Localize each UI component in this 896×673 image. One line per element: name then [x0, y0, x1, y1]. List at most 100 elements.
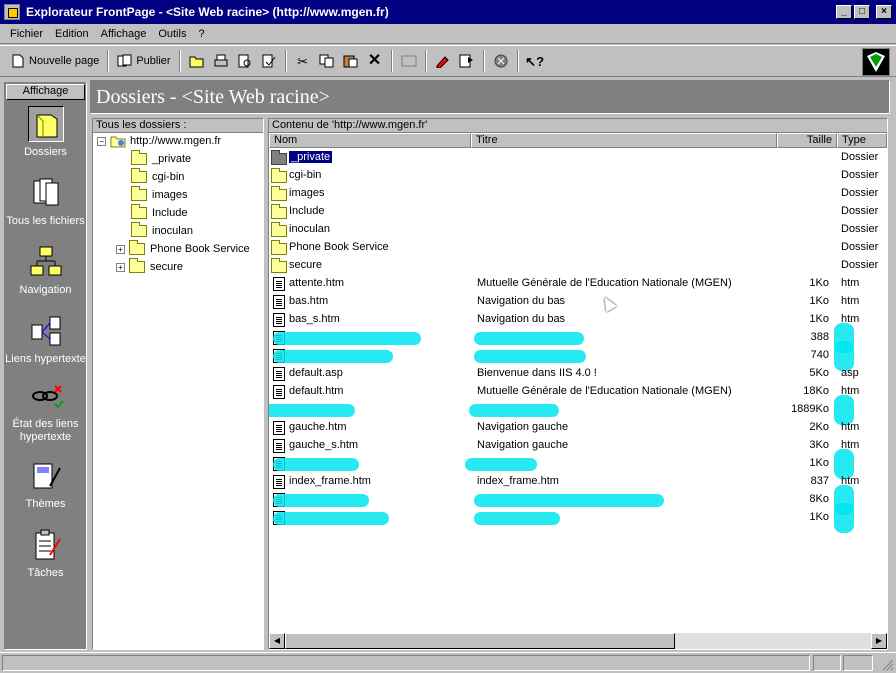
- stop-button[interactable]: [489, 50, 513, 72]
- menu-help[interactable]: ?: [192, 28, 210, 40]
- tree-item[interactable]: + secure: [116, 258, 183, 275]
- row-title: Navigation gauche: [477, 439, 569, 451]
- view-hyperlink-status[interactable]: État des liens hypertexte: [5, 378, 86, 444]
- redaction-mark: [465, 458, 537, 471]
- editor-icon: [435, 53, 451, 69]
- minimize-button[interactable]: _: [836, 5, 852, 19]
- column-name[interactable]: Nom: [269, 133, 471, 148]
- show-editor-button[interactable]: [431, 50, 455, 72]
- file-row[interactable]: 388: [269, 323, 887, 353]
- expand-icon[interactable]: +: [116, 262, 125, 272]
- folder-list-button[interactable]: [397, 50, 421, 72]
- horizontal-scrollbar[interactable]: ◀ ▶: [269, 633, 887, 649]
- view-hyperlinks[interactable]: Liens hypertexte: [5, 313, 86, 366]
- toolbar: Nouvelle page Publier ✂ ✕ ↖?: [0, 45, 896, 77]
- copy-button[interactable]: [315, 50, 339, 72]
- publish-button[interactable]: Publier: [113, 50, 174, 72]
- hyperlinks-icon: [28, 313, 64, 349]
- file-row[interactable]: default.asp Bienvenue dans IIS 4.0 ! 5Ko as…: [269, 365, 887, 383]
- row-name: attente.htm: [289, 277, 345, 289]
- spelling-button[interactable]: [257, 50, 281, 72]
- column-type[interactable]: Type: [837, 133, 887, 148]
- delete-button[interactable]: ✕: [363, 50, 387, 72]
- view-tasks[interactable]: Tâches: [5, 527, 86, 580]
- web-folder-icon: [110, 134, 126, 148]
- row-title: Bienvenue dans IIS 4.0 !: [477, 367, 597, 379]
- row-type: Dossier: [841, 205, 879, 217]
- row-size: 388: [810, 331, 829, 343]
- folder-icon: [131, 150, 147, 165]
- document-icon: [273, 295, 285, 309]
- view-folders[interactable]: Dossiers: [5, 106, 86, 159]
- cut-button[interactable]: ✂: [291, 50, 315, 72]
- show-image-editor-button[interactable]: [455, 50, 479, 72]
- folder-row[interactable]: _private Dossier: [269, 149, 887, 167]
- view-all-files[interactable]: Tous les fichiers: [5, 175, 86, 228]
- menu-outils[interactable]: Outils: [152, 28, 192, 40]
- column-size[interactable]: Taille: [777, 133, 837, 148]
- tree-item[interactable]: images: [131, 186, 187, 203]
- folder-row[interactable]: inoculan Dossier: [269, 221, 887, 239]
- scroll-right-button[interactable]: ▶: [871, 633, 887, 649]
- file-row[interactable]: 740: [269, 341, 887, 371]
- row-size: 1889Ko: [791, 403, 829, 415]
- tree-item[interactable]: cgi-bin: [131, 168, 184, 185]
- folder-row[interactable]: cgi-bin Dossier: [269, 167, 887, 185]
- file-row[interactable]: 1889Ko: [269, 395, 887, 425]
- row-size: 837: [810, 475, 829, 487]
- frontpage-app-icon[interactable]: [4, 4, 20, 20]
- file-row[interactable]: 1Ko: [269, 449, 887, 479]
- file-row[interactable]: 8Ko: [269, 485, 887, 515]
- row-name: cgi-bin: [289, 169, 322, 181]
- image-editor-icon: [459, 53, 475, 69]
- folder-row[interactable]: secure Dossier: [269, 257, 887, 275]
- collapse-icon[interactable]: −: [97, 136, 106, 146]
- file-row[interactable]: index_frame.htm index_frame.htm 837 htm: [269, 473, 887, 491]
- folder-row[interactable]: Include Dossier: [269, 203, 887, 221]
- file-row[interactable]: attente.htm Mutuelle Générale de l'Educat…: [269, 275, 887, 293]
- file-row[interactable]: default.htm Mutuelle Générale de l'Educat…: [269, 383, 887, 401]
- scroll-left-button[interactable]: ◀: [269, 633, 285, 649]
- close-button[interactable]: ×: [876, 5, 892, 19]
- row-size: 740: [810, 349, 829, 361]
- file-row[interactable]: gauche.htm Navigation gauche 2Ko htm: [269, 419, 887, 437]
- maximize-button[interactable]: □: [854, 5, 870, 19]
- row-type: Dossier: [841, 169, 879, 181]
- views-header[interactable]: Affichage: [6, 84, 85, 100]
- view-themes[interactable]: Thèmes: [5, 458, 86, 511]
- print-preview-button[interactable]: [233, 50, 257, 72]
- row-size: 1Ko: [809, 313, 829, 325]
- menu-affichage[interactable]: Affichage: [95, 28, 153, 40]
- view-navigation[interactable]: Navigation: [5, 244, 86, 297]
- row-name: gauche_s.htm: [289, 439, 359, 451]
- open-button[interactable]: [185, 50, 209, 72]
- column-title[interactable]: Titre: [471, 133, 777, 148]
- tree-item[interactable]: Include: [131, 204, 187, 221]
- file-row[interactable]: bas.htm Navigation du bas 1Ko htm: [269, 293, 887, 311]
- new-page-button[interactable]: Nouvelle page: [6, 50, 103, 72]
- paste-button[interactable]: [339, 50, 363, 72]
- resize-grip-icon[interactable]: [882, 659, 894, 671]
- help-button[interactable]: ↖?: [523, 50, 547, 72]
- row-name: default.htm: [289, 385, 344, 397]
- print-button[interactable]: [209, 50, 233, 72]
- row-size: 1Ko: [809, 457, 829, 469]
- tree-item[interactable]: _private: [131, 150, 192, 167]
- row-title: Mutuelle Générale de l'Education Nationa…: [477, 385, 732, 397]
- view-hyperlinks-label: Liens hypertexte: [5, 353, 86, 365]
- tree-root[interactable]: − http://www.mgen.fr: [97, 133, 221, 149]
- file-row[interactable]: gauche_s.htm Navigation gauche 3Ko htm: [269, 437, 887, 455]
- tree-item-label: _private: [152, 153, 192, 165]
- menu-edition[interactable]: Edition: [49, 28, 95, 40]
- folder-icon: [131, 204, 147, 219]
- file-row[interactable]: bas_s.htm Navigation du bas 1Ko htm: [269, 311, 887, 329]
- tree-item[interactable]: + Phone Book Service: [116, 240, 250, 257]
- publish-icon: [117, 53, 133, 69]
- menu-fichier[interactable]: Fichier: [4, 28, 49, 40]
- scroll-thumb[interactable]: [285, 633, 675, 649]
- file-row[interactable]: 1Ko: [269, 503, 887, 533]
- folder-row[interactable]: Phone Book Service Dossier: [269, 239, 887, 257]
- folder-row[interactable]: images Dossier: [269, 185, 887, 203]
- expand-icon[interactable]: +: [116, 244, 125, 254]
- tree-item[interactable]: inoculan: [131, 222, 193, 239]
